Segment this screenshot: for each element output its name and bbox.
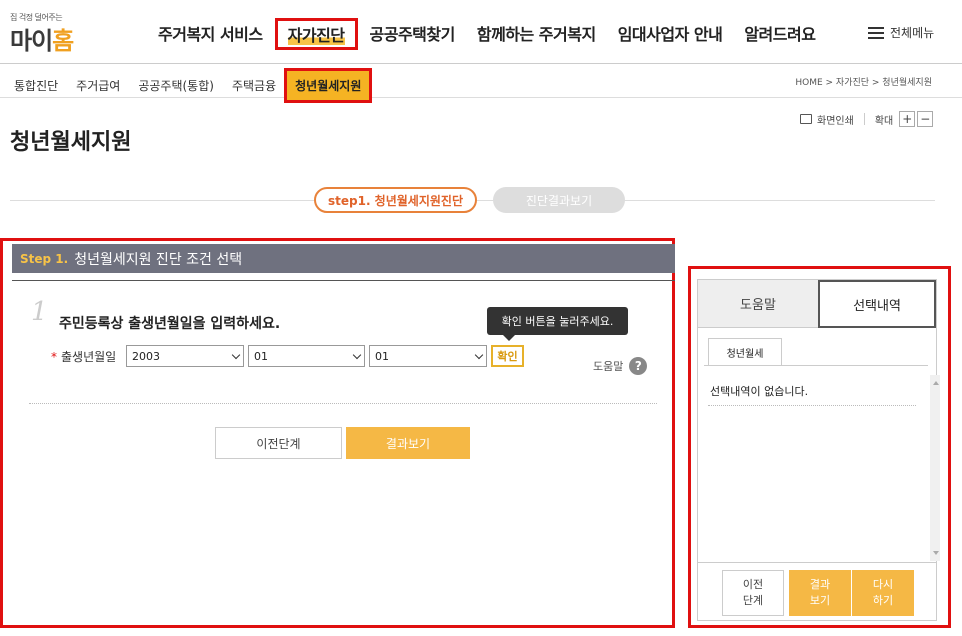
question-mark-icon: ? xyxy=(629,357,648,375)
birthdate-label: * 출생년월일 xyxy=(51,348,116,365)
prev-step-button[interactable]: 이전단계 xyxy=(215,427,342,459)
buttons-divider xyxy=(698,562,936,563)
year-select[interactable]: 2003 xyxy=(126,345,244,367)
global-nav: 주거복지 서비스 자가진단 공공주택찾기 함께하는 주거복지 임대사업자 안내 … xyxy=(148,18,827,50)
chevron-down-icon xyxy=(474,350,484,360)
gnb-item-notice[interactable]: 알려드려요 xyxy=(734,18,825,50)
subnav-item-public-housing[interactable]: 공공주택(통합) xyxy=(138,77,214,94)
sub-nav-list: 통합진단 주거급여 공공주택(통합) 주택금융 청년월세지원 xyxy=(14,68,390,103)
chevron-down-icon xyxy=(231,350,241,360)
view-result-button[interactable]: 결과보기 xyxy=(346,427,470,459)
gnb-item-housing-welfare[interactable]: 주거복지 서비스 xyxy=(148,18,273,50)
scrollbar[interactable] xyxy=(930,375,940,561)
page-title: 청년월세지원 xyxy=(10,130,132,155)
question-divider xyxy=(12,280,675,281)
hamburger-icon xyxy=(868,26,884,39)
zoom-out-button[interactable]: − xyxy=(917,111,934,127)
site-header: 집 걱정 덜어주는 마이홈 주거복지 서비스 자가진단 공공주택찾기 함께하는 … xyxy=(0,0,962,64)
diagnosis-panel: Step 1. 청년월세지원 진단 조건 선택 1 주민등록상 출생년월일을 입… xyxy=(0,238,675,628)
step2-pill[interactable]: 진단결과보기 xyxy=(493,187,625,213)
question-text: 주민등록상 출생년월일을 입력하세요. xyxy=(59,316,281,332)
dotted-divider xyxy=(29,403,657,404)
side-prev-step-button[interactable]: 이전 단계 xyxy=(722,570,784,616)
side-panel: 도움말 선택내역 청년월세 선택내역이 없습니다. 이전 단계 결과 보기 다시… xyxy=(688,266,951,628)
chevron-down-icon xyxy=(352,350,362,360)
page-tools: 화면인쇄 확대 + − xyxy=(800,111,934,127)
tab-help[interactable]: 도움말 xyxy=(698,280,818,328)
zoom-label: 확대 xyxy=(874,115,894,127)
gnb-item-landlord[interactable]: 임대사업자 안내 xyxy=(608,18,733,50)
year-value: 2003 xyxy=(132,349,160,363)
subtab-youth-rent[interactable]: 청년월세 xyxy=(708,338,782,366)
breadcrumb: HOME > 자가진단 > 청년월세지원 xyxy=(795,78,932,88)
birthdate-label-text: 출생년월일 xyxy=(61,350,117,364)
month-value: 01 xyxy=(254,349,268,363)
logo-name: 마이홈 xyxy=(10,21,74,56)
step1-pill[interactable]: step1. 청년월세지원진단 xyxy=(314,187,477,213)
dotted-divider xyxy=(708,405,916,406)
subnav-item-housing-benefit[interactable]: 주거급여 xyxy=(76,77,120,94)
print-icon xyxy=(800,114,812,124)
side-panel-inner: 도움말 선택내역 청년월세 선택내역이 없습니다. 이전 단계 결과 보기 다시… xyxy=(697,279,940,621)
day-select[interactable]: 01 xyxy=(369,345,487,367)
help-link[interactable]: 도움말 ? xyxy=(593,357,648,375)
subtab-divider xyxy=(704,365,928,366)
confirm-button[interactable]: 확인 xyxy=(491,345,524,367)
all-menu-label: 전체메뉴 xyxy=(890,26,935,40)
divider xyxy=(863,113,865,125)
gnb-item-self-diagnosis[interactable]: 자가진단 xyxy=(274,18,358,50)
selection-list[interactable]: 선택내역이 없습니다. xyxy=(704,375,940,561)
subnav-item-youth-rent[interactable]: 청년월세지원 xyxy=(284,68,373,103)
step-header: Step 1. 청년월세지원 진단 조건 선택 xyxy=(12,244,675,273)
subnav-item-integrated[interactable]: 통합진단 xyxy=(14,77,58,94)
gnb-item-self-diagnosis-label: 자가진단 xyxy=(287,26,345,45)
month-select[interactable]: 01 xyxy=(248,345,365,367)
step-title: 청년월세지원 진단 조건 선택 xyxy=(74,251,243,268)
day-value: 01 xyxy=(375,349,389,363)
side-restart-button[interactable]: 다시 하기 xyxy=(852,570,914,616)
required-mark: * xyxy=(51,350,57,364)
all-menu-button[interactable]: 전체메뉴 xyxy=(868,24,934,41)
gnb-item-together[interactable]: 함께하는 주거복지 xyxy=(467,18,606,50)
zoom-in-button[interactable]: + xyxy=(899,111,916,127)
gnb-item-public-housing[interactable]: 공공주택찾기 xyxy=(360,18,465,50)
tab-selection[interactable]: 선택내역 xyxy=(818,280,936,328)
logo-name-part1: 마이 xyxy=(10,27,53,55)
help-label: 도움말 xyxy=(593,360,624,373)
print-button[interactable]: 화면인쇄 xyxy=(817,112,854,127)
side-view-result-button[interactable]: 결과 보기 xyxy=(789,570,851,616)
site-logo[interactable]: 집 걱정 덜어주는 마이홈 xyxy=(10,12,92,55)
subnav-item-housing-finance[interactable]: 주택금융 xyxy=(232,77,276,94)
step-number: Step 1. xyxy=(20,251,69,266)
sub-nav: 통합진단 주거급여 공공주택(통합) 주택금융 청년월세지원 HOME > 자가… xyxy=(0,64,962,103)
scroll-down-icon[interactable] xyxy=(933,551,939,555)
logo-name-part2: 홈 xyxy=(52,27,74,55)
confirm-tooltip: 확인 버튼을 눌러주세요. xyxy=(487,307,628,341)
empty-selection-text: 선택내역이 없습니다. xyxy=(710,385,809,398)
scroll-up-icon[interactable] xyxy=(933,381,939,385)
question-number: 1 xyxy=(31,297,48,327)
